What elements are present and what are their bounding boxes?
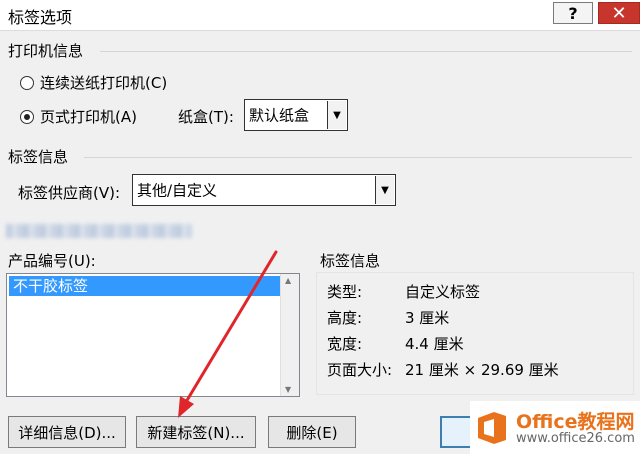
dropdown-arrow-icon[interactable]: ▼ bbox=[375, 176, 394, 204]
page-printer-radio[interactable]: 页式打印机(A) bbox=[20, 106, 137, 127]
delete-button[interactable]: 删除(E) bbox=[268, 416, 356, 448]
continuous-printer-radio[interactable]: 连续送纸打印机(C) bbox=[20, 72, 167, 93]
page-size-key: 页面大小: bbox=[327, 361, 393, 379]
details-title: 标签信息 bbox=[320, 252, 381, 270]
radio-checked-icon bbox=[20, 109, 34, 124]
scroll-down-icon[interactable]: ▼ bbox=[285, 385, 291, 394]
details-button[interactable]: 详细信息(D)... bbox=[8, 416, 126, 448]
label-info-title: 标签信息 bbox=[8, 148, 69, 166]
window-title: 标签选项 bbox=[8, 8, 73, 27]
continuous-printer-label: 连续送纸打印机(C) bbox=[40, 74, 168, 92]
list-item[interactable]: 不干胶标签 bbox=[9, 276, 281, 296]
label-details-box: 类型: 自定义标签 高度: 3 厘米 宽度: 4.4 厘米 页面大小: 21 厘… bbox=[316, 272, 634, 395]
close-button[interactable]: ✕ bbox=[598, 2, 640, 24]
type-value: 自定义标签 bbox=[405, 283, 481, 301]
product-number-label: 产品编号(U): bbox=[8, 252, 96, 270]
tray-select[interactable]: 默认纸盒 ▼ bbox=[244, 99, 348, 131]
tray-label: 纸盒(T): bbox=[178, 108, 234, 126]
blurred-url bbox=[6, 224, 192, 238]
width-key: 宽度: bbox=[327, 335, 363, 353]
width-value: 4.4 厘米 bbox=[405, 335, 464, 353]
height-value: 3 厘米 bbox=[405, 309, 450, 327]
dropdown-arrow-icon[interactable]: ▼ bbox=[327, 101, 346, 129]
help-button[interactable]: ? bbox=[553, 2, 593, 24]
height-key: 高度: bbox=[327, 309, 363, 327]
watermark-brand: Office教程网 bbox=[516, 411, 635, 433]
product-listbox[interactable]: 不干胶标签 ▲ ▼ bbox=[6, 273, 300, 397]
radio-unchecked-icon bbox=[20, 75, 34, 90]
vendor-label: 标签供应商(V): bbox=[18, 184, 121, 202]
type-key: 类型: bbox=[327, 283, 363, 301]
title-bar: 标签选项 ? ✕ bbox=[0, 0, 640, 31]
scroll-up-icon[interactable]: ▲ bbox=[285, 276, 291, 285]
page-printer-label: 页式打印机(A) bbox=[40, 108, 137, 126]
list-scrollbar[interactable]: ▲ ▼ bbox=[280, 274, 299, 396]
vendor-select[interactable]: 其他/自定义 ▼ bbox=[132, 174, 396, 206]
page-size-value: 21 厘米 × 29.69 厘米 bbox=[405, 361, 559, 379]
watermark-url: www.office26.com bbox=[516, 431, 635, 446]
tray-value: 默认纸盒 bbox=[249, 106, 310, 125]
vendor-value: 其他/自定义 bbox=[137, 181, 218, 200]
printer-info-title: 打印机信息 bbox=[8, 42, 84, 60]
watermark: Office教程网 www.office26.com bbox=[470, 401, 640, 454]
group-divider bbox=[84, 157, 632, 158]
new-label-button[interactable]: 新建标签(N)... bbox=[136, 416, 256, 448]
office-logo-icon bbox=[474, 410, 510, 446]
group-divider bbox=[100, 51, 632, 52]
